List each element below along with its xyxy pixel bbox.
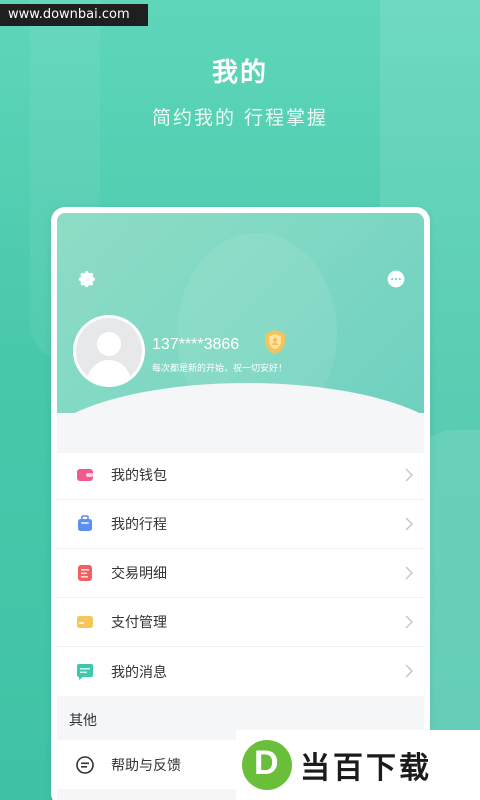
menu-item-wallet[interactable]: 我的钱包 (57, 451, 424, 500)
profile-header: 137****3866 每次都是新的开始，祝一切安好！ (57, 213, 424, 453)
page-subtitle: 简约我的 行程掌握 (151, 107, 329, 129)
watermark: www.downbai.com (0, 4, 148, 26)
chevron-right-icon (405, 468, 414, 482)
user-silhouette-icon (86, 332, 132, 384)
phone-screen: 137****3866 每次都是新的开始，祝一切安好！ 我的 我的钱包 (57, 213, 424, 800)
menu-item-trips[interactable]: 我的行程 (57, 500, 424, 549)
brand-logo: D 当百下载 (236, 730, 480, 800)
avatar[interactable] (73, 315, 145, 387)
chevron-right-icon (405, 664, 414, 678)
receipt-icon (78, 565, 92, 581)
gear-icon[interactable] (77, 269, 97, 289)
page-title: 我的 (211, 58, 268, 88)
suitcase-icon (78, 515, 92, 531)
menu-item-label: 我的消息 (111, 664, 167, 681)
menu-item-label: 我的钱包 (111, 468, 167, 484)
menu-item-messages[interactable]: 我的消息 (57, 647, 424, 696)
menu-item-label: 支付管理 (111, 615, 167, 631)
chevron-right-icon (405, 615, 414, 629)
menu-item-payment[interactable]: 支付管理 (57, 598, 424, 647)
message-icon (77, 663, 93, 680)
phone-frame: 137****3866 每次都是新的开始，祝一切安好！ 我的 我的钱包 (51, 207, 430, 800)
user-phone: 137****3866 (152, 336, 240, 353)
mine-list: 我的钱包 我的行程 交易明细 支付管理 我的消息 (57, 451, 424, 696)
chevron-right-icon (405, 566, 414, 580)
chevron-right-icon (405, 517, 414, 531)
verified-badge-icon (265, 330, 285, 354)
brand-name: 当百下载 (300, 751, 432, 786)
wallet-icon (77, 469, 93, 481)
card-icon (77, 616, 93, 628)
menu-item-label: 交易明细 (111, 566, 167, 582)
help-feedback-icon (76, 755, 94, 774)
menu-item-label: 帮助与反馈 (111, 757, 181, 774)
brand-logo-mark: D (242, 740, 292, 790)
user-motto: 每次都是新的开始，祝一切安好！ (152, 364, 288, 374)
menu-item-label: 我的行程 (111, 517, 167, 533)
menu-item-transactions[interactable]: 交易明细 (57, 549, 424, 598)
chat-bubble-icon[interactable] (386, 269, 406, 289)
